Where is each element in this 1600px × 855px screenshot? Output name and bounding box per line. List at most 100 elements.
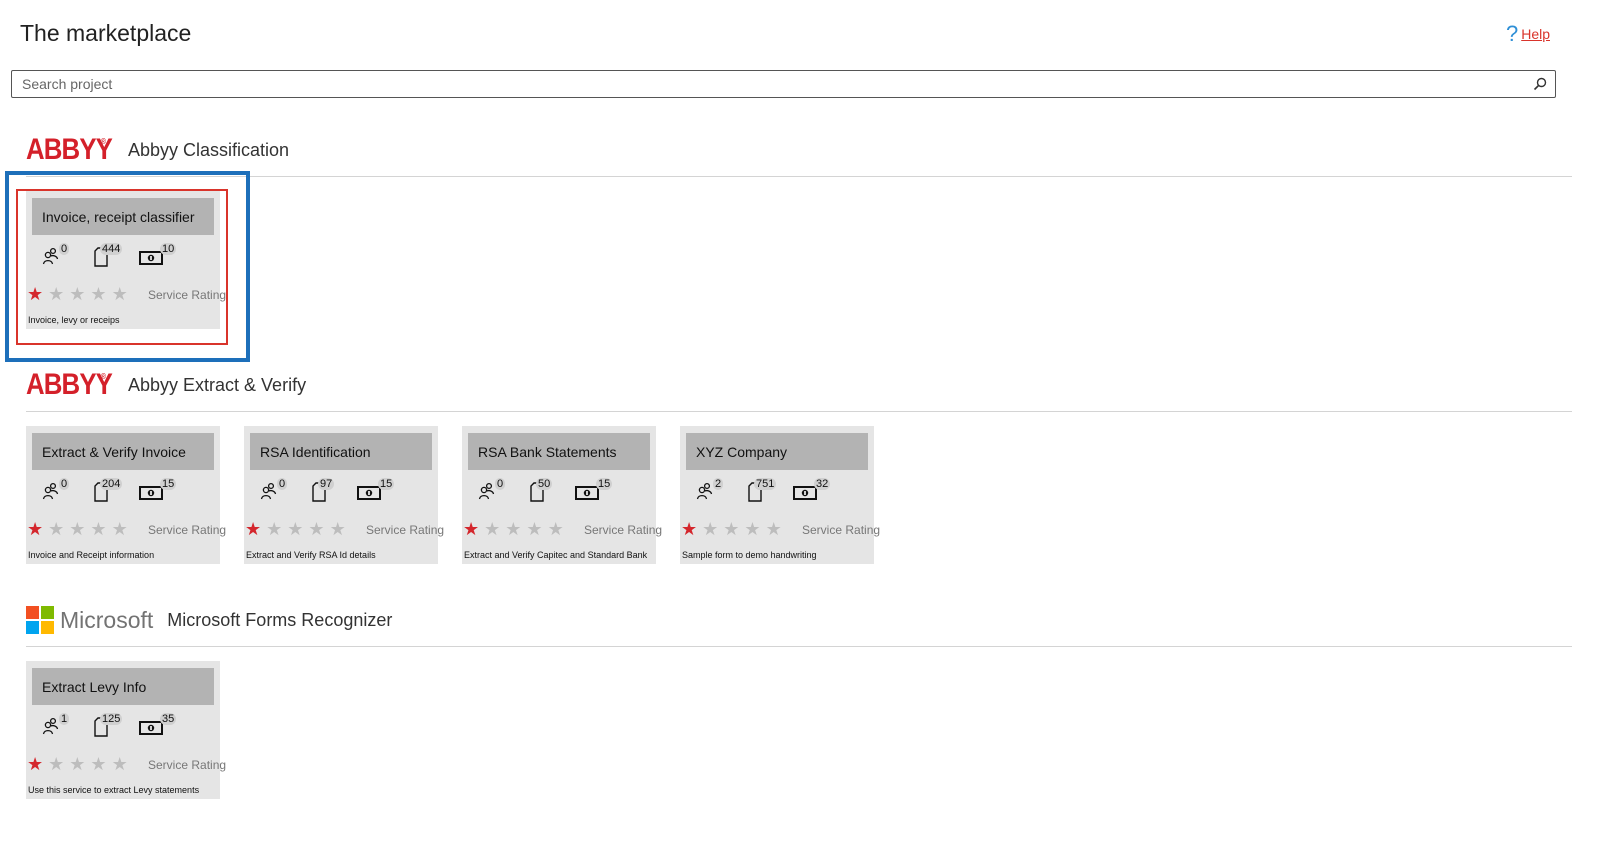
star-empty-icon[interactable]: ★ <box>723 519 739 540</box>
star-empty-icon[interactable]: ★ <box>330 519 346 540</box>
section-divider <box>26 411 1572 412</box>
help-link-label[interactable]: Help <box>1521 26 1550 42</box>
cost-value: 35 <box>160 713 177 725</box>
users-count: 0 <box>277 478 288 490</box>
star-filled-icon[interactable]: ★ <box>27 519 43 540</box>
star-filled-icon[interactable]: ★ <box>245 519 261 540</box>
cost-value: 10 <box>160 243 177 255</box>
card-title[interactable]: Extract Levy Info <box>32 668 214 705</box>
section-title: Microsoft Forms Recognizer <box>167 609 393 630</box>
documents-stat: 125 <box>93 713 123 737</box>
star-empty-icon[interactable]: ★ <box>308 519 324 540</box>
cost-value: 15 <box>378 478 395 490</box>
users-stat: 2 <box>696 478 724 500</box>
card-description: Extract and Verify Capitec and Standard … <box>464 550 648 560</box>
star-rating[interactable]: ★ ★ ★ ★ ★ <box>463 519 564 540</box>
help-icon: ? <box>1505 21 1519 46</box>
star-empty-icon[interactable]: ★ <box>548 519 564 540</box>
abbyy-logo: ABBYY ® <box>26 368 113 401</box>
project-card[interactable]: Extract & Verify Invoice 0 204 15 ★ ★ ★ ★ ★ Servi… <box>26 426 226 564</box>
users-stat: 0 <box>478 478 506 500</box>
star-filled-icon[interactable]: ★ <box>463 519 479 540</box>
star-empty-icon[interactable]: ★ <box>90 754 106 775</box>
cost-value: 15 <box>596 478 613 490</box>
documents-stat: 204 <box>93 478 123 502</box>
star-empty-icon[interactable]: ★ <box>744 519 760 540</box>
project-card[interactable]: RSA Identification 0 97 15 ★ ★ ★ ★ ★ Service Rati… <box>244 426 444 564</box>
users-count: 1 <box>59 713 70 725</box>
star-empty-icon[interactable]: ★ <box>48 754 64 775</box>
star-empty-icon[interactable]: ★ <box>48 519 64 540</box>
star-rating[interactable]: ★ ★ ★ ★ ★ <box>245 519 346 540</box>
search-bar[interactable] <box>11 70 1556 98</box>
search-icon[interactable] <box>1533 77 1547 91</box>
star-empty-icon[interactable]: ★ <box>112 754 128 775</box>
project-card[interactable]: Extract Levy Info 1 125 35 ★ ★ ★ ★ ★ Service Rati… <box>26 661 226 799</box>
project-card[interactable]: XYZ Company 2 751 32 ★ ★ ★ ★ ★ Service Rating Samp… <box>680 426 880 564</box>
documents-count: 204 <box>100 478 123 490</box>
section-title: Abbyy Extract & Verify <box>128 374 307 395</box>
star-empty-icon[interactable]: ★ <box>505 519 521 540</box>
star-filled-icon[interactable]: ★ <box>681 519 697 540</box>
cost-stat: 15 <box>575 478 613 500</box>
cost-stat: 10 <box>139 243 177 265</box>
star-empty-icon[interactable]: ★ <box>112 284 128 305</box>
users-icon <box>696 482 714 500</box>
star-filled-icon[interactable]: ★ <box>27 284 43 305</box>
section-microsoft-forms-recognizer: Microsoft Microsoft Forms Recognizer Ext… <box>26 601 1572 799</box>
page-title: The marketplace <box>20 20 192 46</box>
documents-count: 751 <box>754 478 777 490</box>
search-input[interactable] <box>12 71 1532 97</box>
star-empty-icon[interactable]: ★ <box>69 519 85 540</box>
star-empty-icon[interactable]: ★ <box>112 519 128 540</box>
section-title: Abbyy Classification <box>128 139 290 160</box>
card-title[interactable]: RSA Bank Statements <box>468 433 650 470</box>
documents-stat: 97 <box>311 478 335 502</box>
star-empty-icon[interactable]: ★ <box>48 284 64 305</box>
star-empty-icon[interactable]: ★ <box>69 284 85 305</box>
money-icon <box>793 486 817 500</box>
card-title[interactable]: RSA Identification <box>250 433 432 470</box>
star-filled-icon[interactable]: ★ <box>27 754 43 775</box>
microsoft-logo-icon <box>26 606 54 634</box>
cost-value: 15 <box>160 478 177 490</box>
section-abbyy-extract-verify: ABBYY ® Abbyy Extract & Verify Extract & … <box>26 366 1572 564</box>
star-empty-icon[interactable]: ★ <box>266 519 282 540</box>
cost-stat: 15 <box>139 478 177 500</box>
star-empty-icon[interactable]: ★ <box>90 284 106 305</box>
money-icon <box>139 721 163 735</box>
card-title[interactable]: Invoice, receipt classifier <box>32 198 214 235</box>
rating-label: Service Rating <box>148 523 227 537</box>
rating-label: Service Rating <box>584 523 663 537</box>
star-empty-icon[interactable]: ★ <box>702 519 718 540</box>
star-empty-icon[interactable]: ★ <box>90 519 106 540</box>
users-icon <box>42 717 60 735</box>
documents-count: 50 <box>536 478 553 490</box>
card-title[interactable]: Extract & Verify Invoice <box>32 433 214 470</box>
card-title[interactable]: XYZ Company <box>686 433 868 470</box>
star-rating[interactable]: ★ ★ ★ ★ ★ <box>27 284 128 305</box>
users-icon <box>42 482 60 500</box>
project-card[interactable]: RSA Bank Statements 0 50 15 ★ ★ ★ ★ ★ Service Rat… <box>462 426 662 564</box>
users-icon <box>260 482 278 500</box>
star-empty-icon[interactable]: ★ <box>69 754 85 775</box>
money-icon <box>139 486 163 500</box>
star-empty-icon[interactable]: ★ <box>287 519 303 540</box>
documents-count: 97 <box>318 478 335 490</box>
star-rating[interactable]: ★ ★ ★ ★ ★ <box>681 519 782 540</box>
help-link[interactable]: ? Help <box>1505 21 1550 46</box>
star-empty-icon[interactable]: ★ <box>766 519 782 540</box>
project-card[interactable]: Invoice, receipt classifier 0 444 10 ★ ★ ★ ★ ★ Se… <box>26 191 226 329</box>
rating-label: Service Rating <box>366 523 445 537</box>
rating-label: Service Rating <box>148 758 227 772</box>
star-empty-icon[interactable]: ★ <box>484 519 500 540</box>
card-description: Sample form to demo handwriting <box>682 550 817 560</box>
star-empty-icon[interactable]: ★ <box>526 519 542 540</box>
users-count: 2 <box>713 478 724 490</box>
star-rating[interactable]: ★ ★ ★ ★ ★ <box>27 754 128 775</box>
money-icon <box>357 486 381 500</box>
users-icon <box>42 247 60 265</box>
cost-value: 32 <box>814 478 831 490</box>
users-stat: 0 <box>260 478 288 500</box>
star-rating[interactable]: ★ ★ ★ ★ ★ <box>27 519 128 540</box>
